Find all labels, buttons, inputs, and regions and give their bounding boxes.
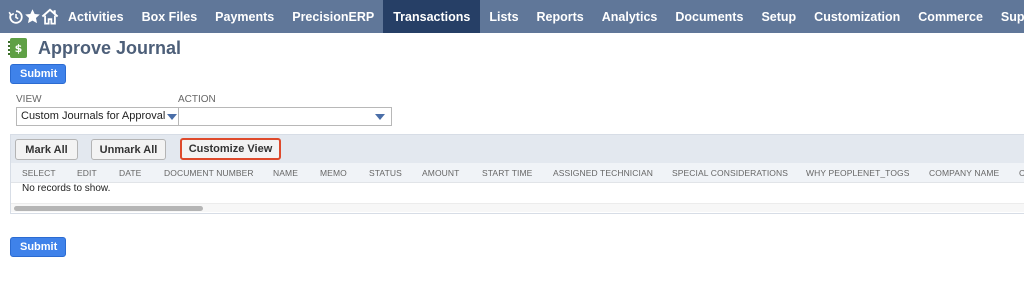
column-header[interactable]: WHY PEOPLENET_TOGS <box>806 168 910 178</box>
action-filter: ACTION <box>178 94 392 126</box>
nav-item-commerce[interactable]: Commerce <box>909 0 992 33</box>
column-header[interactable]: NAME <box>273 168 298 178</box>
nav-item-lists[interactable]: Lists <box>480 0 527 33</box>
action-filter-label: ACTION <box>178 94 216 105</box>
column-header-row: SELECT EDIT DATE DOCUMENT NUMBER NAME ME… <box>11 163 1024 183</box>
page-title: Approve Journal <box>38 37 182 58</box>
view-select-value: Custom Journals for Approval <box>21 110 166 122</box>
column-header[interactable]: SELECT <box>22 168 56 178</box>
nav-item-activities[interactable]: Activities <box>59 0 133 33</box>
unmark-all-button[interactable]: Unmark All <box>91 139 166 160</box>
column-header[interactable]: AMOUNT <box>422 168 459 178</box>
home-icon[interactable] <box>41 0 59 33</box>
column-header[interactable]: EDIT <box>77 168 97 178</box>
scrollbar-thumb[interactable] <box>14 206 203 211</box>
horizontal-scrollbar[interactable] <box>11 203 1024 212</box>
chevron-down-icon <box>375 114 385 120</box>
nav-item-support[interactable]: Support <box>992 0 1024 33</box>
nav-item-transactions[interactable]: Transactions <box>383 0 481 33</box>
action-select[interactable] <box>178 107 392 126</box>
grid-toolbar: Mark All Unmark All Customize View <box>11 135 1024 163</box>
submit-button-bottom[interactable]: Submit <box>10 237 66 257</box>
chevron-down-icon <box>167 114 177 120</box>
nav-item-setup[interactable]: Setup <box>752 0 805 33</box>
column-header[interactable]: STATUS <box>369 168 402 178</box>
column-header[interactable]: DATE <box>119 168 141 178</box>
column-header[interactable]: COMPANY NAME <box>929 168 999 178</box>
page-icon-glyph: $ <box>14 41 23 55</box>
nav-item-customization[interactable]: Customization <box>805 0 909 33</box>
journal-list-grid: Mark All Unmark All Customize View SELEC… <box>10 134 1024 214</box>
favorites-star-icon[interactable] <box>24 0 41 33</box>
column-header[interactable]: SPECIAL CONSIDERATIONS <box>672 168 788 178</box>
nav-item-payments[interactable]: Payments <box>206 0 283 33</box>
page-header: $ Approve Journal <box>8 37 182 59</box>
nav-item-analytics[interactable]: Analytics <box>593 0 667 33</box>
nav-item-precisionerp[interactable]: PrecisionERP <box>283 0 383 33</box>
view-select[interactable]: Custom Journals for Approval <box>16 107 184 126</box>
submit-button-top[interactable]: Submit <box>10 64 66 84</box>
customize-view-button[interactable]: Customize View <box>180 138 281 160</box>
empty-state-message: No records to show. <box>22 183 111 194</box>
view-filter-label: VIEW <box>16 94 42 105</box>
top-nav-bar: Activities Box Files Payments PrecisionE… <box>0 0 1024 33</box>
mark-all-button[interactable]: Mark All <box>15 139 78 160</box>
column-header[interactable]: DOCUMENT NUMBER <box>164 168 254 178</box>
nav-item-reports[interactable]: Reports <box>528 0 593 33</box>
journal-dollar-icon: $ <box>8 38 27 58</box>
column-header[interactable]: ASSIGNED TECHNICIAN <box>553 168 653 178</box>
nav-item-documents[interactable]: Documents <box>666 0 752 33</box>
view-filter: VIEW Custom Journals for Approval <box>16 94 184 126</box>
column-header[interactable]: C <box>1019 168 1024 178</box>
recent-records-icon[interactable] <box>0 0 24 33</box>
column-header[interactable]: MEMO <box>320 168 347 178</box>
nav-item-box-files[interactable]: Box Files <box>133 0 207 33</box>
column-header[interactable]: START TIME <box>482 168 532 178</box>
